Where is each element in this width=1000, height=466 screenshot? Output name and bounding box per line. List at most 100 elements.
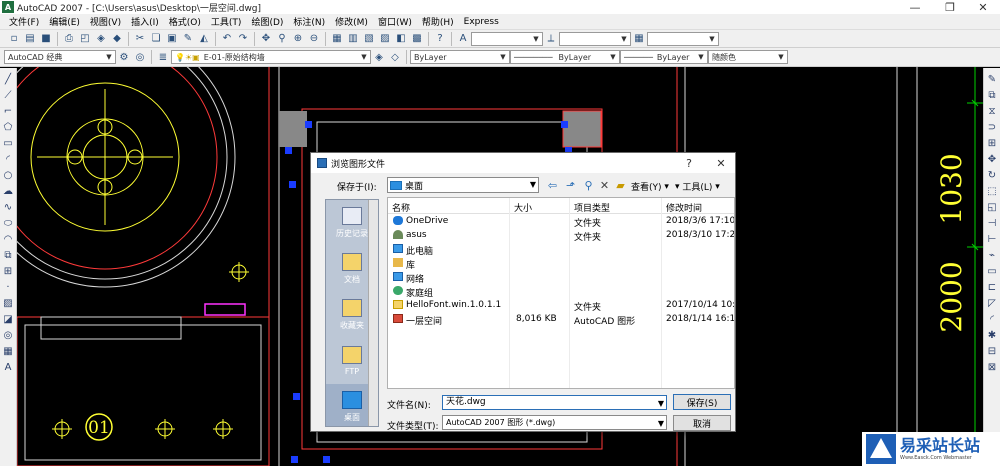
chevron-down-icon[interactable]: ▼ [658,397,664,410]
workspace-combo[interactable]: AutoCAD 经典 ▼ [4,50,116,64]
chamfer-icon[interactable]: ◸ [986,297,999,310]
filename-input[interactable]: 天花.dwg ▼ [442,395,667,410]
table-style-combo[interactable]: ▼ [647,31,719,46]
file-row[interactable]: 此电脑 [388,243,734,257]
paste-icon[interactable]: ▣ [165,32,179,46]
delete-icon[interactable]: ✕ [597,178,612,193]
break-icon[interactable]: ▭ [986,265,999,278]
menu-help[interactable]: 帮助(H) [417,15,459,28]
new-icon[interactable]: ▫ [7,32,21,46]
sheet-set-icon[interactable]: ▨ [378,32,392,46]
up-folder-icon[interactable]: ⬏ [563,178,578,193]
workspace-icon[interactable]: ◎ [133,50,147,64]
file-row[interactable]: 库 [388,257,734,271]
gradient-icon[interactable]: ◪ [2,313,15,326]
menu-file[interactable]: 文件(F) [4,15,44,28]
filetype-combo[interactable]: AutoCAD 2007 图形 (*.dwg) ▼ [442,415,667,430]
hatch-icon[interactable]: ▨ [2,297,15,310]
multiline-text-icon[interactable]: A [2,361,15,374]
redo-icon[interactable]: ↷ [236,32,250,46]
file-row[interactable]: 网络 [388,271,734,285]
publish-icon[interactable]: ◈ [94,32,108,46]
file-row[interactable]: asus 文件夹 2018/3/10 17:22 [388,229,734,243]
menu-tools[interactable]: 工具(T) [206,15,247,28]
copy-icon[interactable]: ❏ [149,32,163,46]
places-scrollbar[interactable] [368,200,378,426]
dim-style-combo[interactable]: ▼ [559,31,631,46]
menu-express[interactable]: Express [459,17,504,27]
text-style-combo[interactable]: ▼ [471,31,543,46]
file-row[interactable]: 家庭组 [388,285,734,299]
pan-icon[interactable]: ✥ [259,32,273,46]
dialog-help-button[interactable]: ? [679,155,699,171]
revcloud-icon[interactable]: ☁ [2,185,15,198]
3d-dwf-icon[interactable]: ◆ [110,32,124,46]
polyline-icon[interactable]: ⌐ [2,105,15,118]
file-row[interactable]: HelloFont.win.1.0.1.1 文件夹 2017/10/14 10:… [388,299,734,313]
dim-linear-icon[interactable]: ⊟ [986,345,999,358]
open-icon[interactable]: ▤ [23,32,37,46]
minimize-button[interactable]: — [900,0,930,14]
menu-insert[interactable]: 插入(I) [126,15,164,28]
design-center-icon[interactable]: ▥ [346,32,360,46]
ellipse-arc-icon[interactable]: ◠ [2,233,15,246]
block-editor-icon[interactable]: ◭ [197,32,211,46]
file-row[interactable]: 一层空间 8,016 KB AutoCAD 图形 2018/1/14 16:12 [388,313,734,327]
rectangle-icon[interactable]: ▭ [2,137,15,150]
spline-icon[interactable]: ∿ [2,201,15,214]
trim-icon[interactable]: ⊣ [986,217,999,230]
plotstyle-combo[interactable]: 随颜色 ▼ [708,50,788,64]
mirror-icon[interactable]: ⧖ [986,105,999,118]
calculator-icon[interactable]: ▩ [410,32,424,46]
polygon-icon[interactable]: ⬠ [2,121,15,134]
column-type[interactable]: 项目类型 [574,201,610,214]
column-size[interactable]: 大小 [514,201,532,214]
menu-view[interactable]: 视图(V) [85,15,126,28]
join-icon[interactable]: ⊏ [986,281,999,294]
copy-object-icon[interactable]: ⧉ [986,89,999,102]
new-folder-icon[interactable]: ▰ [613,178,628,193]
menu-dimension[interactable]: 标注(N) [288,15,330,28]
point-icon[interactable]: · [2,281,15,294]
zoom-window-icon[interactable]: ⊕ [291,32,305,46]
column-modified[interactable]: 修改时间 [666,201,702,214]
line-icon[interactable]: ╱ [2,73,15,86]
menu-edit[interactable]: 编辑(E) [44,15,85,28]
erase-icon[interactable]: ✎ [986,73,999,86]
column-name[interactable]: 名称 [392,201,410,214]
save-button[interactable]: 保存(S) [673,394,731,410]
maximize-button[interactable]: ❐ [935,0,965,14]
print-icon[interactable]: ⎙ [62,32,76,46]
table-icon[interactable]: ▦ [2,345,15,358]
construction-line-icon[interactable]: ⟋ [2,89,15,102]
match-properties-icon[interactable]: ✎ [181,32,195,46]
break-point-icon[interactable]: ⌁ [986,249,999,262]
dim-aligned-icon[interactable]: ⊠ [986,361,999,374]
cut-icon[interactable]: ✂ [133,32,147,46]
move-icon[interactable]: ✥ [986,153,999,166]
insert-block-icon[interactable]: ⧉ [2,249,15,262]
scale-icon[interactable]: ⬚ [986,185,999,198]
offset-icon[interactable]: ⊃ [986,121,999,134]
text-style-icon[interactable]: A [456,32,470,46]
linetype-combo[interactable]: ──────── ByLayer ▼ [510,50,620,64]
zoom-previous-icon[interactable]: ⊖ [307,32,321,46]
fillet-icon[interactable]: ◜ [986,313,999,326]
make-block-icon[interactable]: ⊞ [2,265,15,278]
save-in-combo[interactable]: 桌面 ▼ [387,177,539,193]
tools-menu-button[interactable]: ▾ 工具(L) ▾ [675,180,720,194]
layer-combo[interactable]: 💡☀▣ E-01-原始结构墙 ▼ [171,50,371,64]
view-menu-button[interactable]: 查看(Y) ▾ [631,180,669,194]
tool-palettes-icon[interactable]: ▧ [362,32,376,46]
extend-icon[interactable]: ⊢ [986,233,999,246]
region-icon[interactable]: ◎ [2,329,15,342]
dim-style-icon[interactable]: ⟂ [544,32,558,46]
circle-icon[interactable]: ○ [2,169,15,182]
dialog-close-button[interactable]: ✕ [711,155,731,171]
arc-icon[interactable]: ◜ [2,153,15,166]
menu-window[interactable]: 窗口(W) [373,15,417,28]
menu-format[interactable]: 格式(O) [164,15,206,28]
layer-previous-icon[interactable]: ◇ [388,50,402,64]
back-icon[interactable]: ⇦ [545,178,560,193]
file-row[interactable]: OneDrive 文件夹 2018/3/6 17:10 [388,215,734,229]
